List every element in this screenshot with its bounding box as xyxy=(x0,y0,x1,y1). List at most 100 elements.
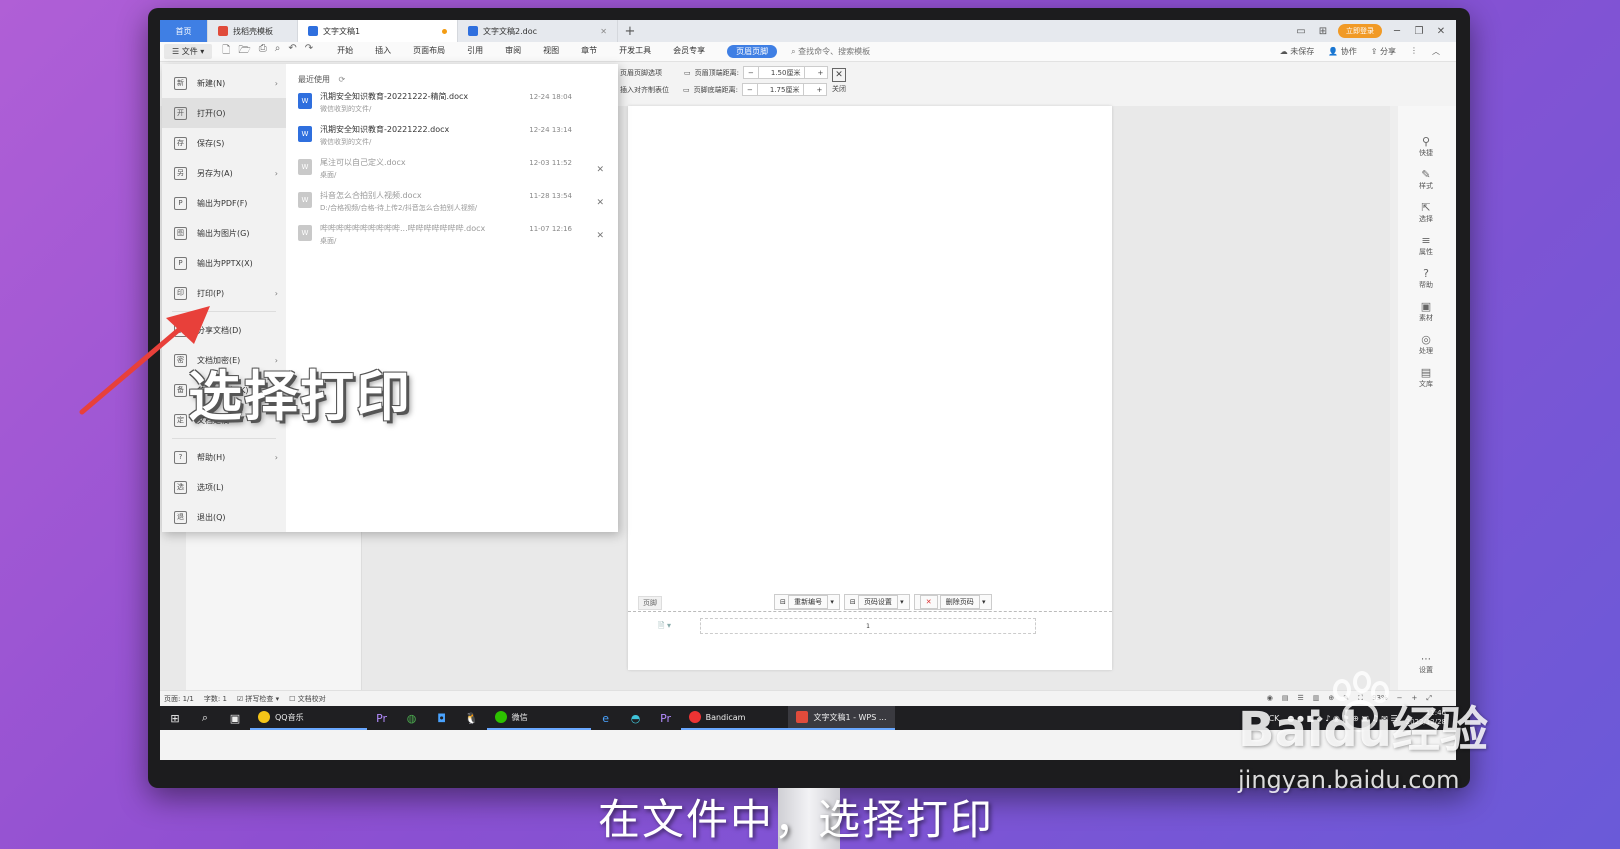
file-menu-item[interactable]: 新新建(N) › xyxy=(162,68,286,98)
tab-template[interactable]: 找稻壳模板 xyxy=(208,20,298,42)
spell-check-toggle[interactable]: ☑ 拼写检查 ▾ xyxy=(237,694,279,704)
command-search[interactable]: ⌕ 查找命令、搜索模板 xyxy=(791,46,870,57)
file-menu-item[interactable]: P 输出为PDF(F) xyxy=(162,188,286,218)
sidebar-settings-button[interactable]: ⋯ 设置 xyxy=(1404,654,1448,675)
baidu-watermark: Baidu经验 jingyan.baidu.com xyxy=(1238,690,1488,794)
taskbar-qqmusic[interactable]: QQ音乐 xyxy=(250,706,367,730)
add-tab-button[interactable]: + xyxy=(618,20,642,42)
apps-grid-icon[interactable]: ⊞ xyxy=(1316,26,1330,37)
redo-icon[interactable]: ↷ xyxy=(305,43,313,60)
tab-doc2[interactable]: 文字文稿2.doc ✕ xyxy=(458,20,618,42)
login-button[interactable]: 立即登录 xyxy=(1338,24,1382,38)
tab-doc1[interactable]: 文字文稿1 xyxy=(298,20,458,42)
recent-file-item[interactable]: W 抖音怎么合拍别人视频.docx D:/合格视频/合格-待上传2/抖音怎么合拍别人… xyxy=(298,190,606,223)
sidebar-tool[interactable]: ✎ 样式 xyxy=(1419,169,1433,191)
sidebar-tool[interactable]: ? 帮助 xyxy=(1419,268,1433,290)
photos-icon[interactable]: ▣ xyxy=(220,712,250,725)
increase-button[interactable]: + xyxy=(813,69,827,77)
renumber-button[interactable]: ⊟ 重新编号 ▾ xyxy=(774,594,840,610)
open-icon[interactable]: 🗁 xyxy=(238,43,250,60)
sidebar-tool[interactable]: ▣ 素材 xyxy=(1419,301,1433,323)
word-count[interactable]: 字数: 1 xyxy=(204,694,227,704)
delete-page-number-button[interactable]: ✕ 删除页码 ▾ xyxy=(913,594,992,610)
page-setup-button[interactable]: ⊟ 页码设置 ▾ xyxy=(843,594,910,610)
more-icon[interactable]: ⋮ xyxy=(1410,46,1418,57)
close-tab-icon[interactable]: ✕ xyxy=(600,27,607,36)
taskbar-bandicam[interactable]: Bandicam xyxy=(680,706,789,730)
ribbon-tab[interactable]: 插入 xyxy=(375,45,391,58)
remove-recent-icon[interactable]: ✕ xyxy=(596,198,604,208)
vertical-scrollbar[interactable] xyxy=(1390,106,1398,690)
ribbon-tab[interactable]: 审阅 xyxy=(505,45,521,58)
collapse-ribbon-icon[interactable]: ︿ xyxy=(1432,46,1440,57)
header-top-value[interactable]: 1.50厘米 xyxy=(767,68,805,78)
ribbon-tab[interactable]: 开始 xyxy=(337,45,353,58)
minimize-icon[interactable]: ─ xyxy=(1390,26,1404,37)
file-menu-item[interactable]: 开打开(O) xyxy=(162,98,286,128)
file-menu-item[interactable]: 图输出为图片(G) xyxy=(162,218,286,248)
file-menu-item[interactable]: 另另存为(A) › xyxy=(162,158,286,188)
recent-file-item[interactable]: W 尾注可以自己定义.docx 桌面/12-03 11:52 ✕ xyxy=(298,157,606,190)
restore-icon[interactable]: ❐ xyxy=(1412,26,1426,37)
decrease-button[interactable]: − xyxy=(744,69,758,77)
ribbon-tab[interactable]: 页面布局 xyxy=(413,45,445,58)
taskbar-wechat[interactable]: 微信 xyxy=(486,706,591,730)
ribbon-tab[interactable]: 章节 xyxy=(581,45,597,58)
collab-button[interactable]: 👤 协作 xyxy=(1328,46,1357,57)
print-icon[interactable]: ⎙ xyxy=(259,43,267,60)
close-header-footer-button[interactable]: ✕ 关闭 xyxy=(832,68,846,94)
share-button[interactable]: ⇪ 分享 xyxy=(1371,46,1396,57)
premiere-icon[interactable]: Pr xyxy=(367,712,397,725)
header-top-stepper[interactable]: − 1.50厘米 + xyxy=(742,66,829,79)
file-menu-item[interactable]: 存保存(S) xyxy=(162,128,286,158)
refresh-icon[interactable]: ⟳ xyxy=(339,75,346,84)
ribbon-tab-header-footer[interactable]: 页眉页脚 xyxy=(727,45,778,58)
ribbon-tab[interactable]: 开发工具 xyxy=(619,45,651,58)
file-menu-item[interactable]: 选选项(L) xyxy=(162,472,286,502)
footer-bottom-value[interactable]: 1.75厘米 xyxy=(766,85,804,95)
recent-file-item[interactable]: W 哔哔哔哔哔哔哔哔哔哔...哔哔哔哔哔哔哔.docx 桌面/11-07 12:16… xyxy=(298,223,606,256)
document-page[interactable]: 页脚 ⊟ 重新编号 ▾ ⊟ 页码设置 ▾ ✕ 删除页码 ▾ 🗎 ▾ 1 xyxy=(628,106,1112,670)
tab-home[interactable]: 首页 xyxy=(160,20,208,42)
taskbar-wps[interactable]: 文字文稿1 - WPS ... xyxy=(788,706,895,730)
file-menu-button[interactable]: ☰ 文件 ▾ xyxy=(164,44,213,59)
insert-align-tab-button[interactable]: 插入对齐制表位 xyxy=(620,85,669,95)
edge-icon[interactable]: ◓ xyxy=(621,712,651,725)
chrome-icon[interactable]: ◍ xyxy=(397,712,427,725)
qq-browser-icon[interactable]: ◘ xyxy=(427,712,457,725)
recent-file-item[interactable]: W 汛期安全知识教育-20221222.docx 微信收到的文件/12-24 13:… xyxy=(298,124,606,157)
search-icon[interactable]: ⌕ xyxy=(190,711,220,725)
qq-icon[interactable]: 🐧 xyxy=(457,712,487,725)
paragraph-icon[interactable]: 🗎 ▾ xyxy=(658,620,671,634)
file-menu-item[interactable]: ? 帮助(H) › xyxy=(162,442,286,472)
file-menu-item[interactable]: 退退出(Q) xyxy=(162,502,286,532)
footer-bottom-stepper[interactable]: − 1.75厘米 + xyxy=(741,83,828,96)
ribbon-tab[interactable]: 引用 xyxy=(467,45,483,58)
close-window-icon[interactable]: ✕ xyxy=(1434,26,1448,37)
unsaved-button[interactable]: ☁ 未保存 xyxy=(1280,46,1315,57)
increase-button[interactable]: + xyxy=(812,86,826,94)
new-doc-icon[interactable]: 🗋 xyxy=(222,43,230,60)
file-menu-item[interactable]: P 输出为PPTX(X) xyxy=(162,248,286,278)
ie-icon[interactable]: e xyxy=(591,712,621,725)
decrease-button[interactable]: − xyxy=(743,86,757,94)
sidebar-tool-icon: ⚲ xyxy=(1421,135,1431,148)
layout-icon[interactable]: ▭ xyxy=(1294,26,1308,37)
ribbon-tab[interactable]: 视图 xyxy=(543,45,559,58)
recent-file-item[interactable]: W 汛期安全知识教育-20221222-精简.docx 微信收到的文件/12-24 … xyxy=(298,91,606,124)
undo-icon[interactable]: ↶ xyxy=(288,43,296,60)
remove-recent-icon[interactable]: ✕ xyxy=(596,165,604,175)
sidebar-tool[interactable]: ◎ 处理 xyxy=(1419,334,1433,356)
sidebar-tool[interactable]: ⚲ 快捷 xyxy=(1419,136,1433,158)
page-number-box[interactable]: 1 xyxy=(700,618,1036,634)
preview-icon[interactable]: ⌕ xyxy=(275,43,281,60)
sidebar-tool[interactable]: ⇱ 选择 xyxy=(1419,202,1433,224)
proofread-button[interactable]: ☐ 文档校对 xyxy=(289,694,326,704)
remove-recent-icon[interactable]: ✕ xyxy=(596,231,604,241)
hf-options-button[interactable]: 页眉页脚选项 xyxy=(620,68,662,78)
premiere-icon[interactable]: Pr xyxy=(651,712,681,725)
windows-start-icon[interactable]: ⊞ xyxy=(160,712,190,725)
ribbon-tab[interactable]: 会员专享 xyxy=(673,45,705,58)
sidebar-tool[interactable]: ≡ 属性 xyxy=(1419,235,1433,257)
sidebar-tool[interactable]: ▤ 文库 xyxy=(1419,367,1433,389)
